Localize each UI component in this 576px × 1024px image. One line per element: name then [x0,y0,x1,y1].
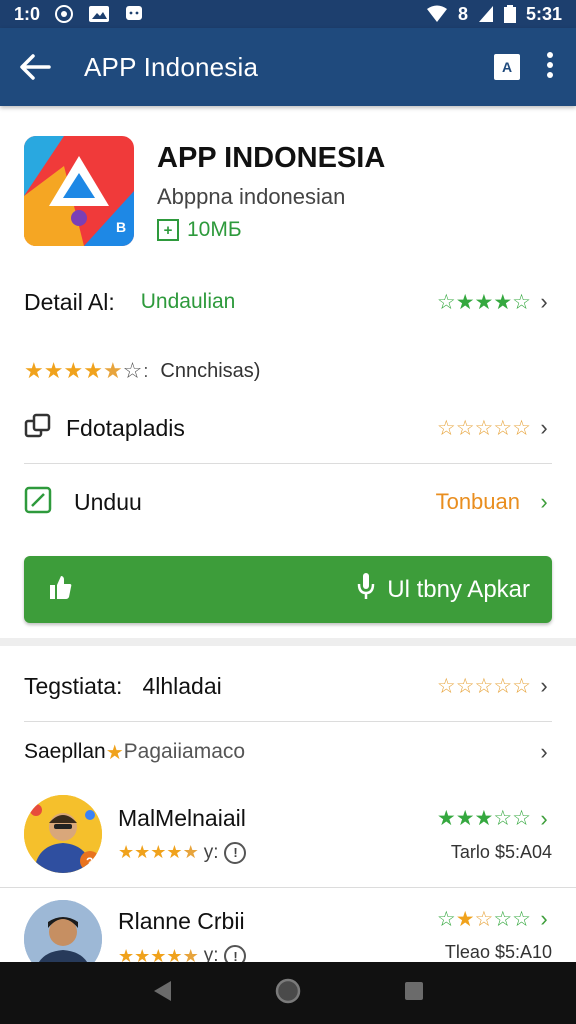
app-bar: APP Indonesia A [0,28,576,106]
edit-square-icon [24,486,52,519]
rating-stars: ★ ★ ★ ★ ★ ☆ [24,358,142,383]
status-time-left: 1:0 [14,3,41,24]
info-icon[interactable]: ! [224,945,247,962]
divider [24,721,552,722]
divider [0,887,576,888]
install-button-label: Ul tbny Apkar [387,575,530,603]
app-size-value: 10МБ [187,218,242,241]
install-button[interactable]: Ul tbny Apkar [24,556,552,623]
rating-row: ★ ★ ★ ★ ★ ☆ : Cnnchisas) [24,358,261,383]
reviews-header-stars: ☆ ☆ ☆ ☆ ☆ [436,674,531,698]
review-stars-label: y: [203,945,219,962]
svg-text:?: ? [86,855,93,869]
copy-icon [24,413,52,444]
back-button[interactable] [0,28,70,106]
wifi-icon [426,5,448,23]
app-logo-icon: B [24,136,134,246]
svg-text:B: B [116,219,126,235]
review-stars: ★ ★ ★ ★ ★ [118,842,199,862]
nav-recents-button[interactable] [403,980,425,1007]
review-stars-label: y: [203,841,219,863]
unduh-row[interactable]: Unduu Tonbuan › [24,480,552,524]
chevron-right-icon: › [540,489,548,514]
review-rating-stars: ★ ★ ★ ☆ ☆ [436,807,531,830]
battery-icon [503,5,516,23]
chrome-icon [54,4,74,24]
reviews-header-label: Tegstiata: [24,672,123,699]
app-subtitle: Abppna indonesian [157,184,346,209]
review-price: Tleao $5:A10 [444,942,552,962]
review-price: Tarlo $5:A04 [450,841,552,862]
nav-back-icon [153,980,171,1001]
status-bar: 1:0 8 5:31 [0,0,576,28]
chevron-right-icon: › [540,805,548,831]
chevron-right-icon: › [540,739,548,764]
nav-home-icon [275,978,301,1003]
review-author: MalMelnaiail [118,804,246,831]
detail-row[interactable]: Detail Al: Undaulian ☆ ★ ★ ★ ☆ › [24,280,552,324]
back-arrow-icon [20,54,51,80]
files-stars: ☆ ☆ ☆ ☆ ☆ [436,416,531,440]
files-label: Fdotapladis [66,414,185,441]
signal-icon [478,5,494,23]
chevron-right-icon: › [540,289,548,314]
avatar: ? [24,795,102,873]
avatar [24,900,102,962]
app-header: B APP INDONESIA Abppna indonesian + 10МБ [0,106,576,256]
sample-row[interactable]: Saepllan ★ Pagaiiamaco › [24,732,552,772]
nav-home-button[interactable] [274,977,302,1010]
detail-stars: ☆ ★ ★ ★ ☆ [436,290,531,314]
review-stars: ★ ★ ★ ★ ★ [118,945,199,963]
more-vert-icon [547,51,553,78]
microphone-icon [357,571,375,608]
chat-icon [124,4,144,24]
reviews-header-row[interactable]: Tegstiata: 4lhladai ☆ ☆ ☆ ☆ ☆ › [24,664,552,708]
app-name: APP INDONESIA [157,142,386,174]
divider [24,463,552,464]
translate-icon: A [501,59,513,75]
size-badge-icon: + [157,219,179,241]
review-rating-stars: ☆ ★ ☆ ☆ ☆ [436,907,531,931]
app-bar-title: APP Indonesia [84,51,259,82]
nav-back-button[interactable] [151,979,173,1008]
unduh-value: Tonbuan [435,489,520,514]
detail-label: Detail Al: [24,288,115,315]
reviews-header-value: 4lhladai [142,672,222,699]
translate-button[interactable]: A [494,54,520,80]
chevron-right-icon: › [540,415,548,440]
unduh-label: Unduu [74,488,142,515]
chevron-right-icon: › [540,673,548,698]
info-icon[interactable]: ! [224,841,247,864]
more-options-button[interactable] [546,51,554,83]
nav-recents-icon [405,981,424,1000]
thumbs-up-icon [46,573,74,606]
signal-text: 8 [457,3,468,24]
photo-icon [88,5,110,23]
review-author: Rlanne Crbii [118,908,245,934]
system-nav-bar [0,962,576,1024]
detail-value: Undaulian [140,290,236,313]
review-item[interactable]: ? MalMelnaiail ★ ★ ★ ★ ★ y: ! ★ ★ ★ ☆ ☆ › Tarlo … [24,792,552,876]
status-time-right: 5:31 [525,3,562,24]
star-icon: ★ [105,741,124,764]
chevron-right-icon: › [540,906,548,931]
rating-count: Cnnchisas) [160,359,261,382]
files-row[interactable]: Fdotapladis ☆ ☆ ☆ ☆ ☆ › [24,406,552,450]
sample-value: Pagaiiamaco [123,740,246,763]
app-size: + 10МБ [157,218,242,242]
section-divider [0,638,576,646]
sample-label: Saepllan [24,740,106,763]
review-item[interactable]: Rlanne Crbii ★ ★ ★ ★ ★ y: ! ☆ ★ ☆ ☆ ☆ › Tleao $5… [24,896,552,962]
